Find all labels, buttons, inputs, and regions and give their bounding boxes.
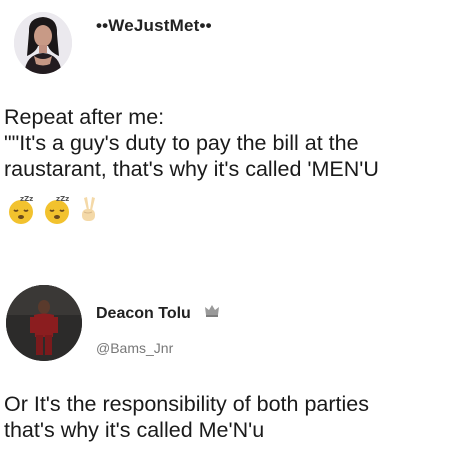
- tweet-line: raustarant, that's why it's called 'MEN'…: [4, 157, 379, 181]
- username[interactable]: Deacon Tolu: [96, 305, 191, 323]
- tweet-text: Or It's the responsibility of both parti…: [4, 391, 369, 443]
- crown-badge-icon: [205, 305, 219, 317]
- tweet-line: that's why it's called Me'N'u: [4, 418, 265, 442]
- avatar-photo: [6, 285, 82, 361]
- sleeping-face-emoji: zZz: [9, 195, 33, 224]
- avatar[interactable]: [6, 285, 82, 361]
- tweet-line: Repeat after me:: [4, 105, 165, 129]
- tweet-line: Or It's the responsibility of both parti…: [4, 392, 369, 416]
- avatar[interactable]: [14, 12, 72, 74]
- svg-text:zZz: zZz: [20, 195, 33, 203]
- post-wejustmet: ••WeJustMet•• Repeat after me: ""It's a …: [0, 0, 475, 265]
- tweet-line: ""It's a guy's duty to pay the bill at t…: [4, 131, 359, 155]
- tweet-text: Repeat after me: ""It's a guy's duty to …: [4, 104, 379, 182]
- svg-text:zZz: zZz: [56, 195, 69, 203]
- emoji-row: zZz zZz: [6, 192, 100, 228]
- sleeping-face-emoji: zZz: [45, 195, 69, 224]
- post-deacon-tolu: Deacon Tolu @Bams_Jnr Or It's the respon…: [0, 275, 475, 470]
- victory-hand-emoji: [82, 197, 95, 221]
- avatar-photo: [14, 12, 72, 74]
- username[interactable]: ••WeJustMet••: [96, 16, 212, 36]
- user-handle[interactable]: @Bams_Jnr: [96, 340, 173, 356]
